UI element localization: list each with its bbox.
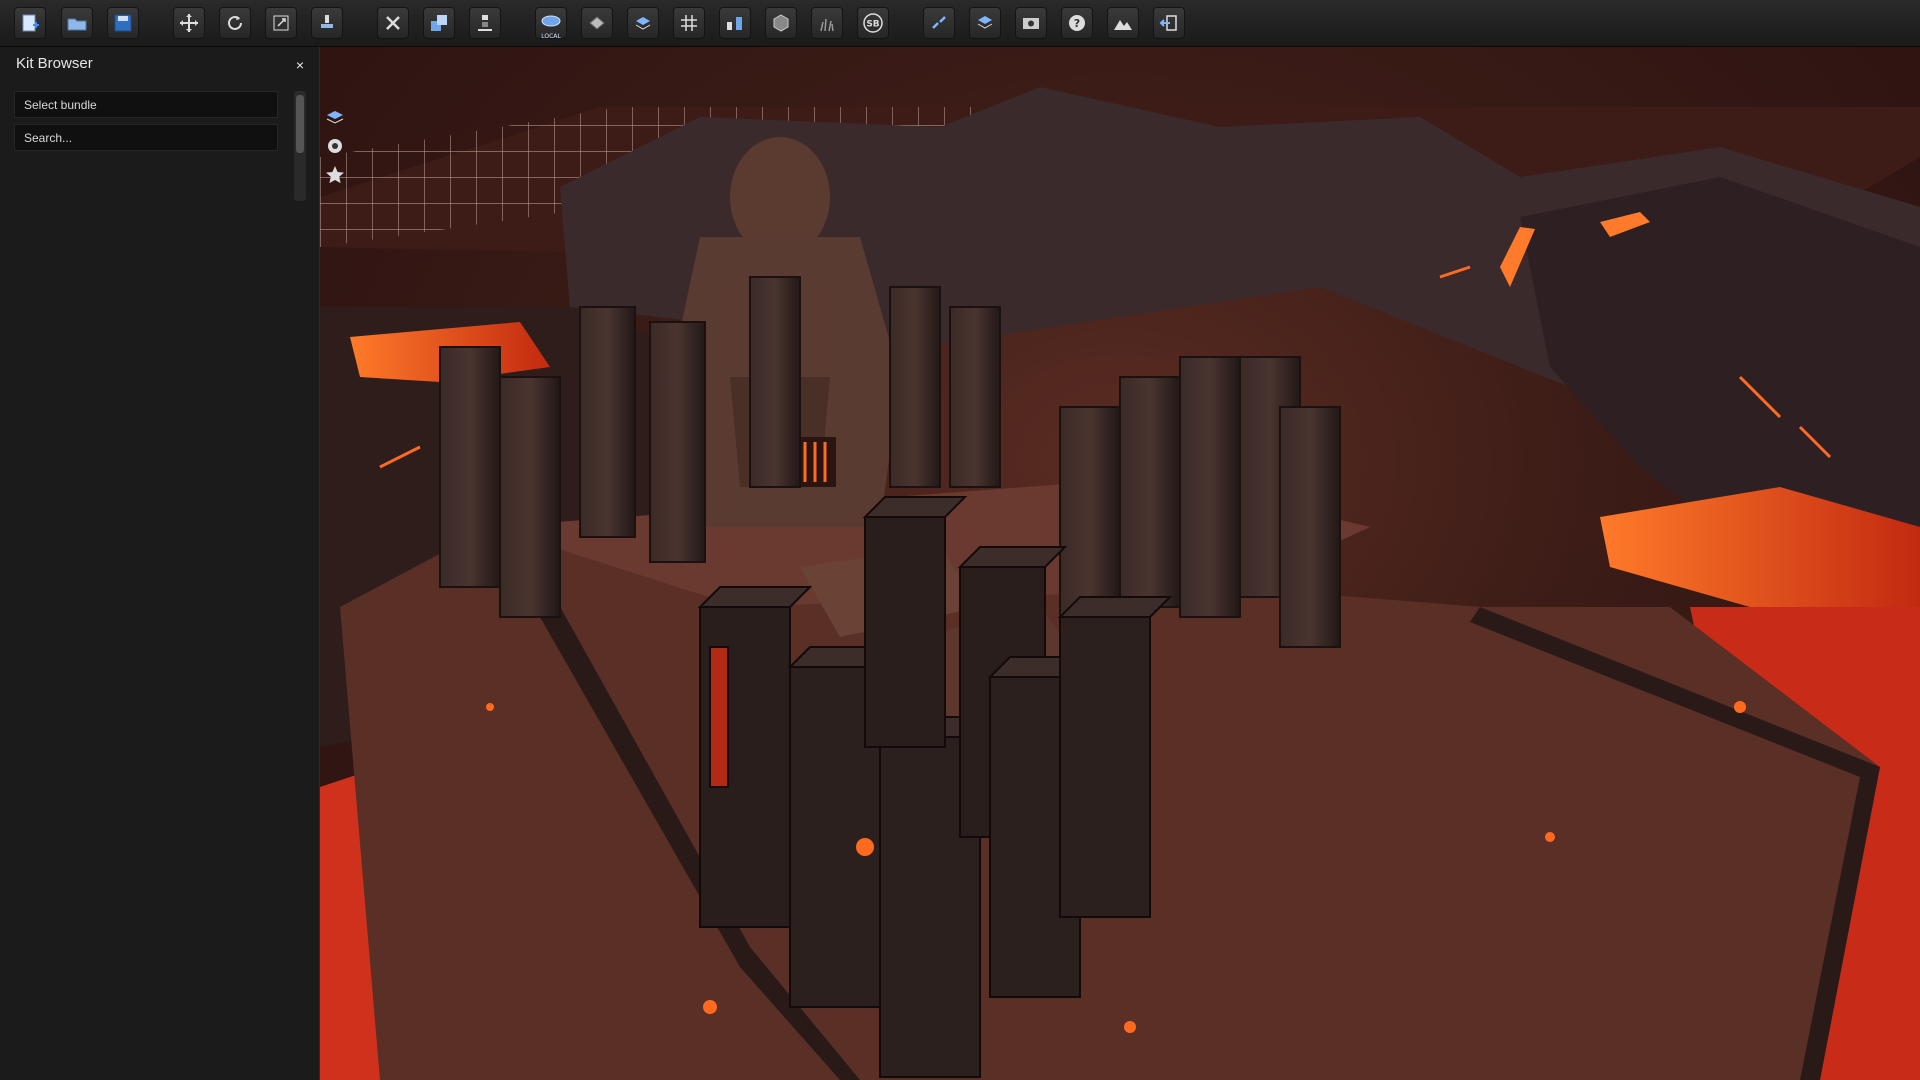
settings-side-icon[interactable]	[322, 133, 348, 159]
scrollbar-thumb[interactable]	[296, 95, 304, 153]
terrain-tool-icon[interactable]	[719, 7, 751, 39]
scene-render	[320, 87, 1920, 1080]
star-icon[interactable]	[322, 162, 348, 188]
snap-icon[interactable]	[581, 7, 613, 39]
scrollbar[interactable]	[294, 91, 306, 201]
exit-icon[interactable]	[1153, 7, 1185, 39]
scale-icon[interactable]	[265, 7, 297, 39]
search-input[interactable]: Search...	[14, 124, 278, 151]
local-space-icon[interactable]: LOCAL	[535, 7, 567, 40]
3d-viewport[interactable]	[320, 47, 1920, 1080]
new-icon[interactable]	[14, 7, 46, 39]
local-label: LOCAL	[541, 33, 561, 40]
bundle-select[interactable]: Select bundle	[14, 91, 278, 118]
move-icon[interactable]	[173, 7, 205, 39]
layers-side-icon[interactable]	[322, 104, 348, 130]
grass-icon[interactable]	[811, 7, 843, 39]
layers-icon[interactable]	[627, 7, 659, 39]
help-icon[interactable]: ?	[1061, 7, 1093, 39]
sb-icon[interactable]: SB	[857, 7, 889, 39]
align-icon[interactable]	[469, 7, 501, 39]
rotate-icon[interactable]	[219, 7, 251, 39]
duplicate-icon[interactable]	[423, 7, 455, 39]
link-icon[interactable]	[923, 7, 955, 39]
delete-icon[interactable]	[377, 7, 409, 39]
svg-text:SB: SB	[866, 20, 879, 30]
kit-browser-panel: Kit Browser × Select bundle Search...	[0, 47, 320, 1080]
grid-icon[interactable]	[673, 7, 705, 39]
paint-icon[interactable]	[311, 7, 343, 39]
cube-icon[interactable]	[765, 7, 797, 39]
open-icon[interactable]	[61, 7, 93, 39]
mountain-icon[interactable]	[1107, 7, 1139, 39]
camera-icon[interactable]	[1015, 7, 1047, 39]
main-toolbar: LOCAL SB ?	[0, 0, 1920, 47]
bundle-icon[interactable]	[969, 7, 1001, 39]
panel-title: Kit Browser	[16, 55, 93, 72]
close-icon[interactable]: ×	[291, 56, 309, 74]
save-icon[interactable]	[107, 7, 139, 39]
svg-text:?: ?	[1074, 17, 1080, 30]
